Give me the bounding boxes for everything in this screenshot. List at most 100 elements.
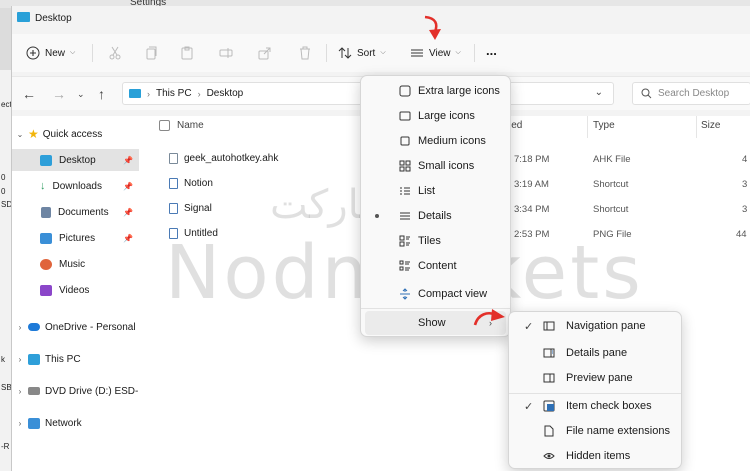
view-lines-icon: [411, 49, 423, 57]
file-name[interactable]: Untitled: [169, 228, 218, 239]
breadcrumb-this-pc[interactable]: This PC: [156, 88, 192, 99]
back-arrow-icon[interactable]: ←: [22, 86, 36, 102]
file-name-label: geek_autohotkey.ahk: [184, 153, 279, 164]
menu-item-content[interactable]: Content: [365, 254, 506, 278]
column-header-name[interactable]: Name: [177, 120, 204, 131]
file-size: 3: [742, 179, 748, 190]
menu-item-large-icons[interactable]: Large icons: [365, 104, 506, 128]
sidebar-item-documents[interactable]: Documents 📌: [12, 201, 139, 223]
new-button[interactable]: New ⌵: [26, 43, 75, 63]
sidebar-item-dvd-drive[interactable]: › DVD Drive (D:) ESD-: [12, 380, 139, 402]
expand-chevron-icon[interactable]: ›: [12, 419, 28, 428]
select-all-checkbox[interactable]: [159, 120, 170, 131]
recent-chevron-icon[interactable]: ⌄: [77, 89, 85, 100]
menu-item-compact-view[interactable]: Compact view: [365, 282, 506, 306]
sidebar-item-label: OneDrive - Personal: [45, 321, 136, 333]
menu-item-details-pane[interactable]: Details pane: [513, 341, 677, 365]
more-options-button[interactable]: ...: [486, 40, 497, 60]
sidebar-item-videos[interactable]: Videos: [12, 279, 139, 301]
menu-item-item-check-boxes[interactable]: ✓ Item check boxes: [513, 394, 677, 418]
documents-icon: [41, 206, 51, 218]
menu-item-label: Show: [418, 317, 446, 329]
title-bar[interactable]: Desktop: [12, 6, 750, 30]
sidebar-item-label: Network: [45, 417, 82, 429]
rename-button[interactable]: [219, 43, 233, 63]
file-type: PNG File: [593, 229, 632, 240]
share-icon: [258, 47, 271, 60]
command-bar: New ⌵ Sort ⌵ View ⌵ ...: [12, 34, 750, 72]
red-arrow-icon: [424, 15, 441, 40]
column-header-date[interactable]: ied: [509, 120, 522, 131]
star-icon: ★: [28, 127, 39, 141]
sidebar-item-downloads[interactable]: ↓ Downloads 📌: [12, 175, 139, 197]
menu-item-file-name-extensions[interactable]: File name extensions: [513, 419, 677, 443]
sidebar-item-quick-access[interactable]: ⌄ ★ Quick access: [12, 123, 139, 145]
menu-item-label: Tiles: [418, 235, 441, 247]
sidebar-item-label: DVD Drive (D:) ESD-: [45, 385, 139, 397]
collapse-chevron-icon[interactable]: ⌄: [12, 130, 28, 139]
check-icon: ✓: [524, 400, 534, 413]
file-date: 2:53 PM: [514, 229, 550, 240]
file-type: Shortcut: [593, 179, 629, 190]
expand-chevron-icon[interactable]: ›: [12, 323, 28, 332]
menu-item-label: Item check boxes: [566, 400, 652, 412]
sidebar-item-this-pc[interactable]: › This PC: [12, 348, 139, 370]
pin-icon: 📌: [123, 181, 133, 191]
pictures-icon: [40, 232, 52, 244]
dvd-drive-icon: [28, 387, 40, 395]
menu-item-details[interactable]: Details: [365, 204, 506, 228]
file-name[interactable]: Signal: [169, 203, 212, 214]
scissors-icon: [109, 46, 121, 60]
sidebar-item-network[interactable]: › Network: [12, 412, 139, 434]
menu-item-list[interactable]: List: [365, 179, 506, 203]
search-input[interactable]: Search Desktop: [632, 82, 750, 105]
delete-button[interactable]: [298, 43, 312, 63]
menu-item-preview-pane[interactable]: Preview pane: [513, 366, 677, 390]
menu-item-hidden-items[interactable]: Hidden items: [513, 444, 677, 468]
bg-fragment: 0: [1, 173, 6, 182]
sidebar-item-pictures[interactable]: Pictures 📌: [12, 227, 139, 249]
chevron-down-icon: ⌵: [455, 49, 461, 56]
sidebar-item-label: Desktop: [59, 154, 96, 166]
view-button[interactable]: View ⌵: [410, 43, 461, 63]
cut-button[interactable]: [108, 43, 122, 63]
column-header-type[interactable]: Type: [593, 120, 615, 131]
copy-button[interactable]: [144, 43, 158, 63]
expand-chevron-icon[interactable]: ›: [12, 387, 28, 396]
menu-item-small-icons[interactable]: Small icons: [365, 154, 506, 178]
desktop-folder-icon: [129, 89, 141, 98]
share-button[interactable]: [258, 43, 272, 63]
file-name[interactable]: Notion: [169, 178, 213, 189]
search-icon: [641, 88, 652, 99]
up-arrow-icon[interactable]: ↑: [98, 86, 105, 102]
sidebar-item-label: Quick access: [42, 128, 103, 140]
sidebar-item-desktop[interactable]: Desktop 📌: [12, 149, 139, 171]
image-file-icon: [169, 228, 178, 239]
sort-button[interactable]: Sort ⌵: [338, 43, 386, 63]
column-header-size[interactable]: Size: [701, 120, 720, 131]
expand-chevron-icon[interactable]: ›: [12, 355, 28, 364]
sidebar-item-label: Pictures: [59, 232, 96, 244]
breadcrumb-desktop[interactable]: Desktop: [207, 88, 244, 99]
file-name[interactable]: geek_autohotkey.ahk: [169, 153, 278, 164]
pin-icon: 📌: [123, 155, 133, 165]
view-button-label: View: [429, 47, 451, 59]
paste-button[interactable]: [180, 43, 194, 63]
file-size: 3: [742, 204, 748, 215]
menu-item-medium-icons[interactable]: Medium icons: [365, 129, 506, 153]
sidebar-item-music[interactable]: Music: [12, 253, 139, 275]
chevron-down-icon: ⌵: [380, 49, 386, 56]
menu-item-navigation-pane[interactable]: ✓ Navigation pane: [513, 314, 677, 338]
forward-arrow-icon[interactable]: →: [52, 86, 66, 102]
menu-item-extra-large-icons[interactable]: Extra large icons: [365, 79, 506, 103]
file-icon: [169, 153, 178, 164]
plus-circle-icon: [26, 46, 40, 60]
column-divider: [696, 116, 697, 138]
menu-item-tiles[interactable]: Tiles: [365, 229, 506, 253]
menu-item-label: Large icons: [418, 110, 475, 122]
sidebar-item-onedrive[interactable]: › OneDrive - Personal: [12, 316, 139, 338]
trash-icon: [300, 46, 310, 60]
file-type: Shortcut: [593, 204, 629, 215]
extra-large-icons-icon: [399, 85, 411, 97]
address-dropdown-icon[interactable]: ⌄: [595, 87, 603, 98]
